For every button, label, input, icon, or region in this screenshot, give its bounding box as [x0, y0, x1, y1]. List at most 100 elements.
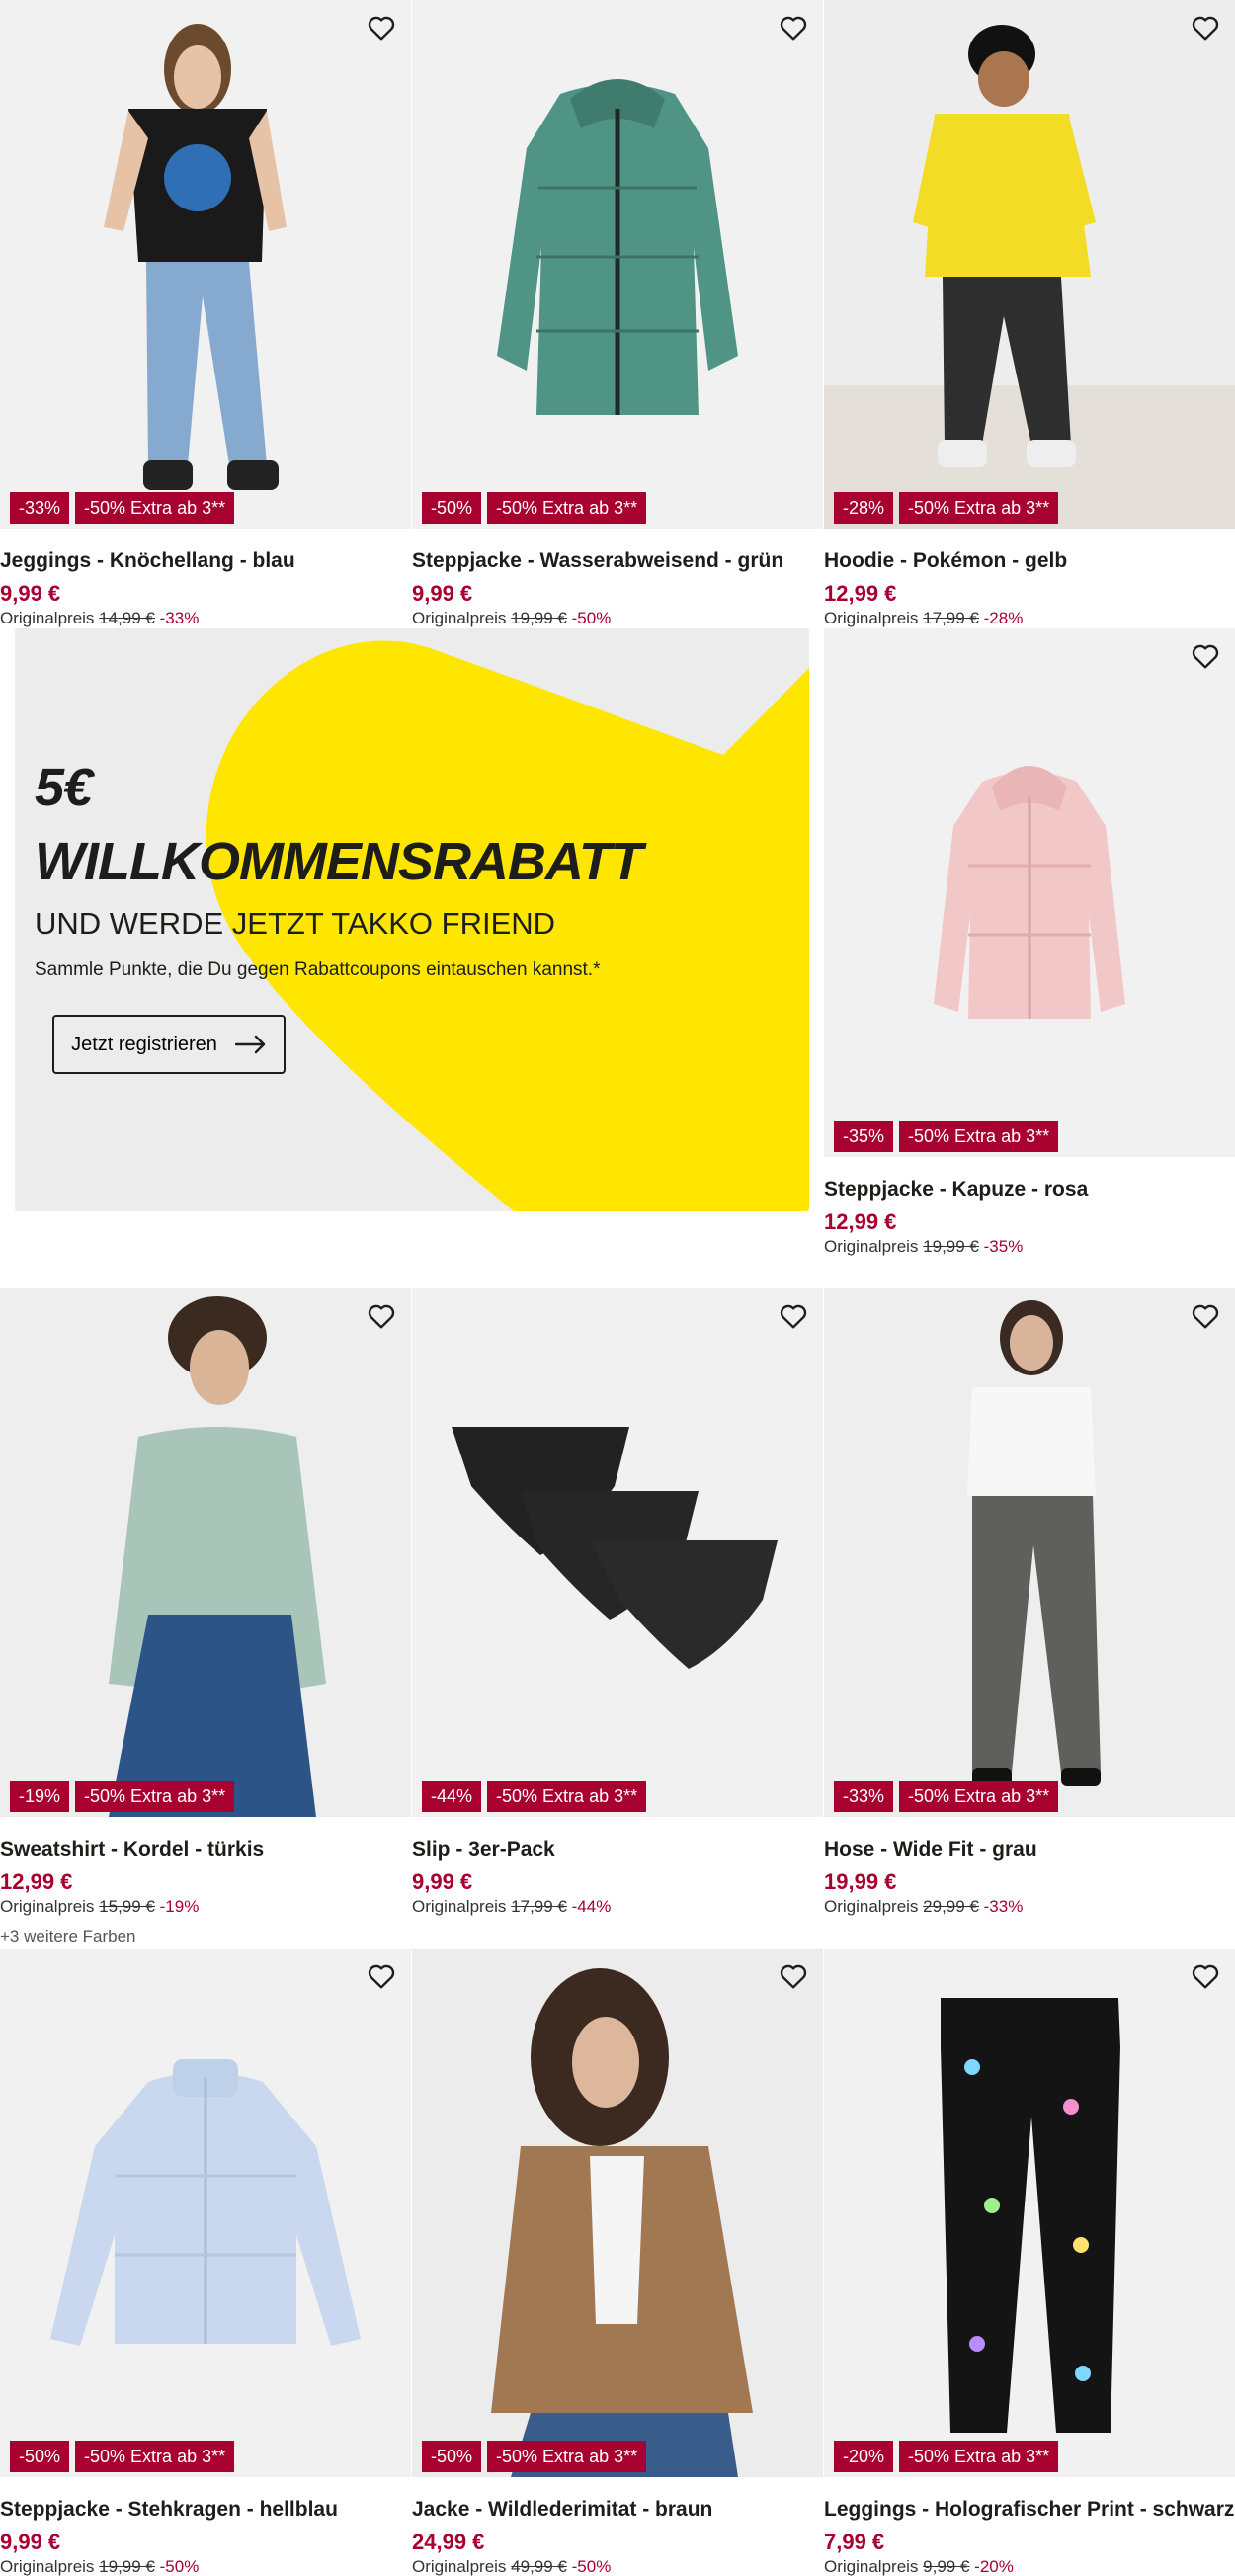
- wishlist-heart-icon[interactable]: [364, 10, 399, 45]
- arrow-right-icon: [234, 1035, 266, 1054]
- product-price: 9,99 €: [0, 581, 61, 606]
- product-card[interactable]: -50% -50% Extra ab 3** Steppjacke - Steh…: [0, 1949, 411, 2576]
- badge-group: -33% -50% Extra ab 3**: [834, 1781, 1059, 1812]
- product-card[interactable]: -50% -50% Extra ab 3** Steppjacke - Wass…: [412, 0, 823, 629]
- discount-badge: -19%: [10, 1781, 70, 1812]
- original-price: 15,99 €: [99, 1897, 155, 1916]
- original-price: 17,99 €: [511, 1897, 567, 1916]
- product-card[interactable]: -20% -50% Extra ab 3** Leggings - Hologr…: [824, 1949, 1235, 2576]
- wishlist-heart-icon[interactable]: [1188, 1958, 1223, 1994]
- promo-badge: -50% Extra ab 3**: [75, 492, 235, 524]
- product-title[interactable]: Sweatshirt - Kordel - türkis: [0, 1836, 411, 1863]
- register-button[interactable]: Jetzt registrieren: [52, 1015, 286, 1074]
- original-price-label: Originalpreis: [824, 2557, 919, 2576]
- product-image[interactable]: -50% -50% Extra ab 3**: [412, 1949, 823, 2477]
- wishlist-heart-icon[interactable]: [1188, 10, 1223, 45]
- product-image[interactable]: -19% -50% Extra ab 3**: [0, 1288, 411, 1817]
- product-card[interactable]: -50% -50% Extra ab 3** Jacke - Wildleder…: [412, 1949, 823, 2576]
- discount-badge: -44%: [422, 1781, 482, 1812]
- product-price: 12,99 €: [824, 581, 897, 606]
- product-image[interactable]: -35% -50% Extra ab 3**: [824, 628, 1235, 1157]
- product-photo-mint-sweatshirt: [0, 1288, 411, 1817]
- discount-badge: -33%: [834, 1781, 894, 1812]
- badge-group: -28% -50% Extra ab 3**: [834, 492, 1059, 524]
- discount-percent: -28%: [983, 609, 1024, 627]
- product-image[interactable]: -20% -50% Extra ab 3**: [824, 1949, 1235, 2477]
- more-colors-link[interactable]: +3 weitere Farben: [0, 1926, 411, 1948]
- product-photo-pink-jacket: [824, 628, 1235, 1157]
- product-price: 12,99 €: [0, 1870, 73, 1894]
- product-title[interactable]: Leggings - Holografischer Print - schwar…: [824, 2496, 1235, 2523]
- wishlist-heart-icon[interactable]: [1188, 1298, 1223, 1334]
- wishlist-heart-icon[interactable]: [776, 1958, 811, 1994]
- original-price-label: Originalpreis: [824, 1237, 919, 1256]
- product-title[interactable]: Steppjacke - Wasserabweisend - grün: [412, 547, 823, 574]
- product-image[interactable]: -33% -50% Extra ab 3**: [824, 1288, 1235, 1817]
- product-card[interactable]: -33% -50% Extra ab 3** Jeggings - Knöche…: [0, 0, 411, 629]
- product-title[interactable]: Steppjacke - Stehkragen - hellblau: [0, 2496, 411, 2523]
- promo-badge: -50% Extra ab 3**: [75, 2441, 235, 2472]
- product-card[interactable]: -44% -50% Extra ab 3** Slip - 3er-Pack 9…: [412, 1288, 823, 1918]
- badge-group: -35% -50% Extra ab 3**: [834, 1121, 1059, 1152]
- discount-badge: -28%: [834, 492, 894, 524]
- promo-subheadline: UND WERDE JETZT TAKKO FRIEND: [35, 906, 556, 941]
- product-card[interactable]: -33% -50% Extra ab 3** Hose - Wide Fit -…: [824, 1288, 1235, 1918]
- badge-group: -20% -50% Extra ab 3**: [834, 2441, 1059, 2472]
- discount-percent: -33%: [983, 1897, 1024, 1916]
- wishlist-heart-icon[interactable]: [776, 1298, 811, 1334]
- badge-group: -33% -50% Extra ab 3**: [10, 492, 235, 524]
- promo-badge: -50% Extra ab 3**: [899, 492, 1059, 524]
- original-price: 17,99 €: [923, 609, 979, 627]
- original-price: 49,99 €: [511, 2557, 567, 2576]
- wishlist-heart-icon[interactable]: [364, 1958, 399, 1994]
- promo-amount: 5€: [35, 758, 93, 817]
- product-image[interactable]: -50% -50% Extra ab 3**: [0, 1949, 411, 2477]
- register-button-label: Jetzt registrieren: [71, 1033, 217, 1055]
- product-card[interactable]: -35% -50% Extra ab 3** Steppjacke - Kapu…: [824, 628, 1235, 1258]
- promo-badge: -50% Extra ab 3**: [899, 1121, 1059, 1152]
- product-image[interactable]: -50% -50% Extra ab 3**: [412, 0, 823, 529]
- discount-badge: -35%: [834, 1121, 894, 1152]
- promo-description: Sammle Punkte, die Du gegen Rabattcoupon…: [35, 959, 601, 980]
- original-price-line: Originalpreis 19,99 € -50%: [0, 2556, 411, 2576]
- promo-badge: -50% Extra ab 3**: [899, 1781, 1059, 1812]
- product-title[interactable]: Steppjacke - Kapuze - rosa: [824, 1176, 1235, 1203]
- promo-badge: -50% Extra ab 3**: [487, 1781, 647, 1812]
- product-photo-girl-tshirt: [0, 0, 411, 529]
- wishlist-heart-icon[interactable]: [776, 10, 811, 45]
- product-photo-grey-trousers: [824, 1288, 1235, 1817]
- promo-headline: WILLKOMMENSRABATT: [35, 832, 643, 891]
- original-price: 19,99 €: [99, 2557, 155, 2576]
- product-title[interactable]: Slip - 3er-Pack: [412, 1836, 823, 1863]
- product-card[interactable]: -28% -50% Extra ab 3** Hoodie - Pokémon …: [824, 0, 1235, 629]
- product-title[interactable]: Hose - Wide Fit - grau: [824, 1836, 1235, 1863]
- product-image[interactable]: -28% -50% Extra ab 3**: [824, 0, 1235, 529]
- discount-badge: -50%: [10, 2441, 70, 2472]
- product-price: 19,99 €: [824, 1870, 897, 1894]
- product-title[interactable]: Jeggings - Knöchellang - blau: [0, 547, 411, 574]
- original-price-line: Originalpreis 19,99 € -35%: [824, 1236, 1235, 1258]
- original-price-label: Originalpreis: [0, 2557, 95, 2576]
- original-price-label: Originalpreis: [412, 1897, 507, 1916]
- original-price-line: Originalpreis 17,99 € -28%: [824, 608, 1235, 629]
- original-price-line: Originalpreis 19,99 € -50%: [412, 608, 823, 629]
- original-price: 19,99 €: [511, 609, 567, 627]
- product-price: 24,99 €: [412, 2530, 485, 2554]
- product-image[interactable]: -44% -50% Extra ab 3**: [412, 1288, 823, 1817]
- original-price: 19,99 €: [923, 1237, 979, 1256]
- discount-badge: -33%: [10, 492, 70, 524]
- product-image[interactable]: -33% -50% Extra ab 3**: [0, 0, 411, 529]
- wishlist-heart-icon[interactable]: [364, 1298, 399, 1334]
- product-title[interactable]: Hoodie - Pokémon - gelb: [824, 547, 1235, 574]
- discount-badge: -50%: [422, 492, 482, 524]
- badge-group: -19% -50% Extra ab 3**: [10, 1781, 235, 1812]
- product-title[interactable]: Jacke - Wildlederimitat - braun: [412, 2496, 823, 2523]
- original-price-line: Originalpreis 17,99 € -44%: [412, 1896, 823, 1918]
- product-card[interactable]: -19% -50% Extra ab 3** Sweatshirt - Kord…: [0, 1288, 411, 1948]
- promo-banner[interactable]: 5€ WILLKOMMENSRABATT UND WERDE JETZT TAK…: [15, 628, 809, 1211]
- wishlist-heart-icon[interactable]: [1188, 638, 1223, 674]
- original-price: 29,99 €: [923, 1897, 979, 1916]
- product-photo-child-hoodie: [824, 0, 1235, 529]
- badge-group: -50% -50% Extra ab 3**: [422, 492, 647, 524]
- original-price: 14,99 €: [99, 609, 155, 627]
